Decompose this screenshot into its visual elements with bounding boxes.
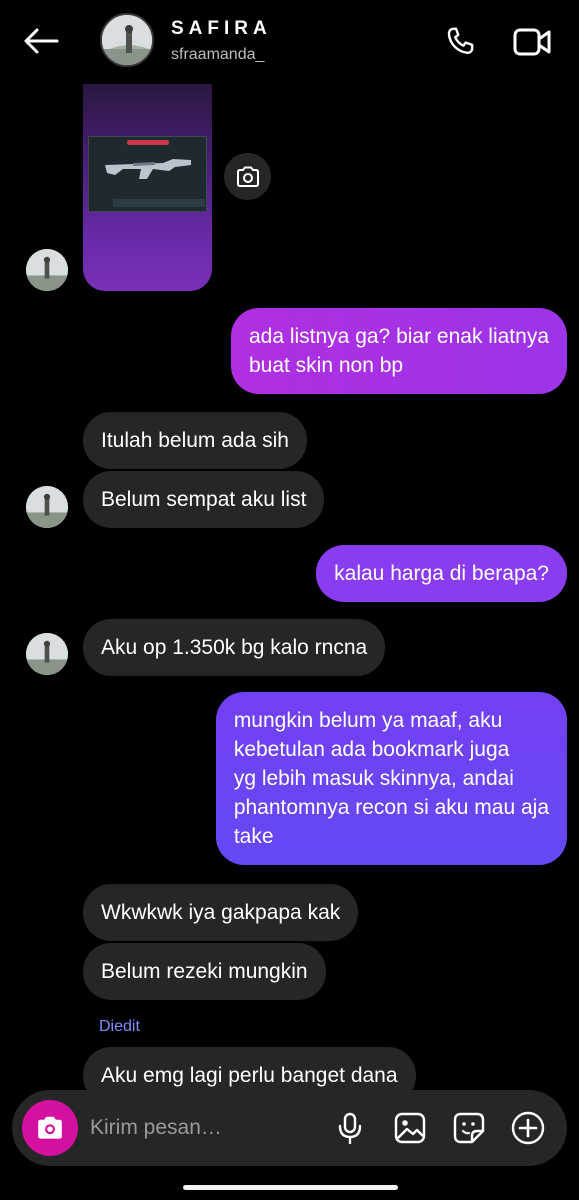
- contact-avatar[interactable]: [100, 13, 154, 67]
- sender-avatar[interactable]: [26, 249, 68, 291]
- back-arrow-icon: [24, 28, 59, 54]
- message-composer: [12, 1090, 567, 1166]
- sender-avatar[interactable]: [26, 633, 68, 675]
- message-bubble-received[interactable]: Belum rezeki mungkin: [83, 943, 326, 1000]
- message-bubble-received[interactable]: Aku op 1.350k bg kalo rncna: [83, 619, 386, 676]
- microphone-icon: [338, 1112, 362, 1144]
- contact-name[interactable]: SAFIRA: [171, 18, 272, 40]
- video-call-button[interactable]: [510, 22, 554, 62]
- camera-button[interactable]: [22, 1100, 78, 1156]
- back-button[interactable]: [20, 22, 62, 60]
- message-bubble-received[interactable]: Wkwkwk iya gakpapa kak: [83, 884, 359, 941]
- dm-thread-screen: SAFIRA sfraamanda_ ada listnya ga? biar …: [0, 0, 579, 1200]
- sender-avatar[interactable]: [26, 486, 68, 528]
- camera-icon: [236, 166, 259, 187]
- voice-message-button[interactable]: [330, 1108, 370, 1148]
- voice-call-button[interactable]: [440, 22, 480, 62]
- more-options-button[interactable]: [508, 1108, 548, 1148]
- video-call-icon: [513, 28, 551, 56]
- edited-label: Diedit: [99, 1018, 140, 1035]
- message-bubble-received[interactable]: Belum sempat aku list: [83, 471, 325, 528]
- sticker-icon: [453, 1112, 485, 1144]
- message-input[interactable]: [90, 1112, 320, 1144]
- gallery-icon: [394, 1112, 426, 1144]
- message-bubble-sent[interactable]: ada listnya ga? biar enak liatnya buat s…: [230, 308, 567, 394]
- home-indicator[interactable]: [183, 1185, 398, 1190]
- add-icon: [511, 1111, 545, 1145]
- gallery-button[interactable]: [390, 1108, 430, 1148]
- sticker-button[interactable]: [449, 1108, 489, 1148]
- image-reply-camera-button[interactable]: [224, 153, 271, 200]
- shared-screenshot: [88, 136, 207, 212]
- contact-username[interactable]: sfraamanda_: [171, 46, 264, 64]
- phone-icon: [447, 27, 474, 54]
- message-bubble-sent[interactable]: mungkin belum ya maaf, aku kebetulan ada…: [215, 692, 567, 865]
- message-bubble-sent[interactable]: kalau harga di berapa?: [316, 545, 567, 602]
- chat-header: SAFIRA sfraamanda_: [0, 0, 579, 82]
- shared-image-message[interactable]: [83, 84, 212, 291]
- camera-icon: [38, 1116, 62, 1139]
- message-bubble-received[interactable]: Itulah belum ada sih: [83, 412, 307, 469]
